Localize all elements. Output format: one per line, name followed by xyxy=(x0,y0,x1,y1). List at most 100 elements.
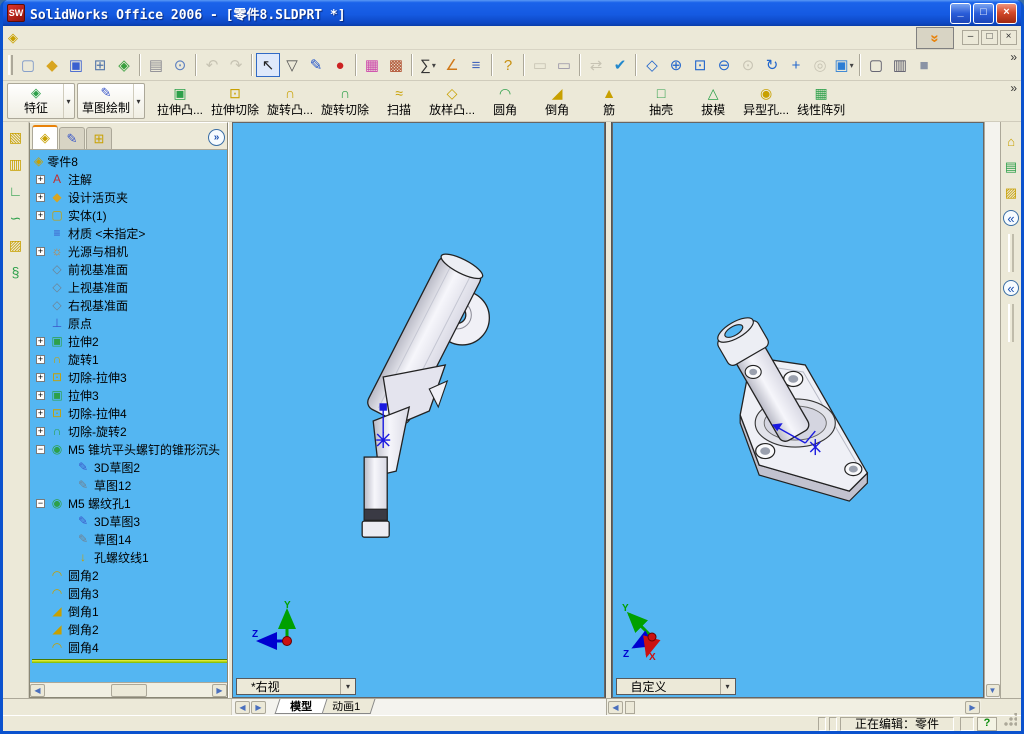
expand-toggle-icon[interactable]: + xyxy=(36,390,45,400)
dropdown-arrow-icon[interactable]: ▾ xyxy=(133,84,143,118)
tree-item[interactable]: ◠ 圆角3 xyxy=(32,584,227,602)
view-orientation-combo[interactable]: 自定义 ▾ xyxy=(615,678,736,695)
tree-item[interactable]: + ∩ 旋转1 xyxy=(32,350,227,368)
combo-dropdown-arrow[interactable]: ▾ xyxy=(340,679,355,694)
features-toolbar-overflow-button[interactable]: » xyxy=(1010,81,1017,95)
dropdown-arrow-icon[interactable]: ▾ xyxy=(63,84,73,118)
tree-item[interactable]: ◇ 右视基准面 xyxy=(32,296,227,314)
document-tab[interactable]: 模型 xyxy=(274,699,328,714)
edit-color-button[interactable]: ▦ xyxy=(360,53,384,77)
tab-scroll-right-arrow[interactable]: ▶ xyxy=(251,700,266,714)
fillet-button[interactable]: ◠ 圆角 xyxy=(479,82,531,119)
revolve-cut-button[interactable]: ∩ 旋转切除 xyxy=(317,82,373,119)
draft-button[interactable]: △ 拔模 xyxy=(687,82,739,119)
tree-item[interactable]: + ⊡ 切除-拉伸4 xyxy=(32,404,227,422)
texture-button[interactable]: ▩ xyxy=(384,53,408,77)
tree-item[interactable]: ◢ 倒角1 xyxy=(32,602,227,620)
design-library-icon[interactable]: ▤ xyxy=(1002,158,1021,176)
tree-item[interactable]: + ▣ 拉伸3 xyxy=(32,386,227,404)
collapse-chevron-button[interactable]: « xyxy=(1003,210,1019,226)
print-button[interactable]: ▤ xyxy=(144,53,168,77)
undo-button[interactable]: ↶ xyxy=(200,53,224,77)
view-orientation-combo[interactable]: *右视 ▾ xyxy=(236,678,356,695)
tree-item[interactable]: + A 注解 xyxy=(32,170,227,188)
menu-item[interactable] xyxy=(168,36,184,40)
extrude-boss-button[interactable]: ▣ 拉伸凸... xyxy=(153,82,207,119)
rollback-bar[interactable] xyxy=(32,659,227,663)
expand-toggle-icon[interactable]: + xyxy=(36,210,45,220)
rotate-view-button[interactable]: ↻ xyxy=(760,53,784,77)
zoom-fit-button[interactable]: ⊕ xyxy=(664,53,688,77)
split-line-icon[interactable]: ▥ xyxy=(6,155,26,173)
menu-item[interactable] xyxy=(24,36,40,40)
tab-scroll-left-arrow[interactable]: ◀ xyxy=(235,700,250,714)
make-drawing-button[interactable]: ⊞ xyxy=(88,53,112,77)
expand-toggle-icon[interactable]: + xyxy=(36,372,45,382)
viewport-splitter[interactable] xyxy=(604,122,612,698)
menu-item[interactable] xyxy=(120,36,136,40)
print-preview-button[interactable]: ⊙ xyxy=(168,53,192,77)
chamfer-button[interactable]: ◢ 倒角 xyxy=(531,82,583,119)
tree-item[interactable]: + ∩ 切除-旋转2 xyxy=(32,422,227,440)
scroll-down-arrow[interactable]: ▼ xyxy=(985,684,1000,697)
sketch-group-button[interactable]: ✎ 草图绘制 ▾ xyxy=(77,83,145,119)
expand-toggle-icon[interactable]: + xyxy=(36,408,45,418)
pan-button[interactable]: + xyxy=(784,53,808,77)
expand-toggle-icon[interactable]: + xyxy=(36,354,45,364)
options-button[interactable]: ≡ xyxy=(464,53,488,77)
menu-item[interactable] xyxy=(104,36,120,40)
linear-pattern-button[interactable]: ▦ 线性阵列 xyxy=(793,82,849,119)
zoom-in-out-button[interactable]: ⊖ xyxy=(712,53,736,77)
shell-button[interactable]: □ 抽壳 xyxy=(635,82,687,119)
tree-item[interactable]: ⊥ 原点 xyxy=(32,314,227,332)
menu-item[interactable] xyxy=(72,36,88,40)
check-sketch-button[interactable]: ✔ xyxy=(608,53,632,77)
resize-grip[interactable] xyxy=(1003,713,1017,727)
view-orientation-button[interactable]: ◇ xyxy=(640,53,664,77)
display-relations-button[interactable]: ⇄ xyxy=(584,53,608,77)
select-button[interactable]: ↖ xyxy=(256,53,280,77)
grip[interactable] xyxy=(1008,304,1014,342)
scroll-right-arrow[interactable]: ▶ xyxy=(212,683,227,697)
tree-item[interactable]: ◠ 圆角4 xyxy=(32,638,227,656)
sweep-button[interactable]: ≈ 扫描 xyxy=(373,82,425,119)
selection-filter-button[interactable]: ▽ xyxy=(280,53,304,77)
quick-tips-help-button[interactable]: ? xyxy=(977,716,997,731)
horizontal-scrollbar[interactable]: ◀ ▶ xyxy=(607,699,981,715)
configuration-manager-tab[interactable]: ⊞ xyxy=(86,127,112,149)
scrollbar-thumb[interactable] xyxy=(110,683,147,697)
feature-manager-tab[interactable]: ◈ xyxy=(32,125,58,149)
tree-item[interactable]: + ◆ 设计活页夹 xyxy=(32,188,227,206)
equations-button[interactable]: ∑ ▾ xyxy=(416,53,440,77)
loft-button[interactable]: ◇ 放样凸... xyxy=(425,82,479,119)
expand-toggle-icon[interactable]: − xyxy=(36,444,45,454)
features-group-button[interactable]: ◈ 特征 ▾ xyxy=(7,83,75,119)
extrude-cut-button[interactable]: ⊡ 拉伸切除 xyxy=(207,82,263,119)
mdi-restore-button[interactable]: □ xyxy=(981,30,998,45)
tree-item[interactable]: ✎ 3D草图3 xyxy=(32,512,227,530)
scroll-right-arrow[interactable]: ▶ xyxy=(965,700,980,714)
section-view-button[interactable]: ◎ xyxy=(808,53,832,77)
viewport-right[interactable]: Y Z X 自定义 ▾ xyxy=(611,122,984,698)
viewport-left[interactable]: Y Z *右视 ▾ xyxy=(232,122,605,698)
combo-dropdown-arrow[interactable]: ▾ xyxy=(719,679,735,694)
expand-toggle-icon[interactable]: + xyxy=(36,246,45,256)
zoom-area-button[interactable]: ⊡ xyxy=(688,53,712,77)
curve-through-points-icon[interactable]: ∽ xyxy=(6,209,26,227)
3d-instant-website-button[interactable]: ▭ xyxy=(552,53,576,77)
mdi-close-button[interactable]: × xyxy=(1000,30,1017,45)
menu-item[interactable] xyxy=(56,36,72,40)
collapse-chevron-button-2[interactable]: « xyxy=(1003,280,1019,296)
grip[interactable] xyxy=(1008,234,1014,272)
save-button[interactable]: ▣ xyxy=(64,53,88,77)
menu-item[interactable] xyxy=(88,36,104,40)
scrollbar-thumb[interactable] xyxy=(625,700,635,714)
hole-wizard-button[interactable]: ◉ 异型孔... xyxy=(739,82,793,119)
new-button[interactable]: ▢ xyxy=(16,53,40,77)
menu-item[interactable] xyxy=(152,36,168,40)
toolbars-chevron-button[interactable]: » xyxy=(916,26,954,49)
scroll-left-arrow[interactable]: ◀ xyxy=(30,683,45,697)
composite-curve-icon[interactable]: ∟ xyxy=(6,182,26,200)
curve-xyz-icon[interactable]: ▨ xyxy=(6,236,26,254)
tree-item[interactable]: + ▢ 实体(1) xyxy=(32,206,227,224)
